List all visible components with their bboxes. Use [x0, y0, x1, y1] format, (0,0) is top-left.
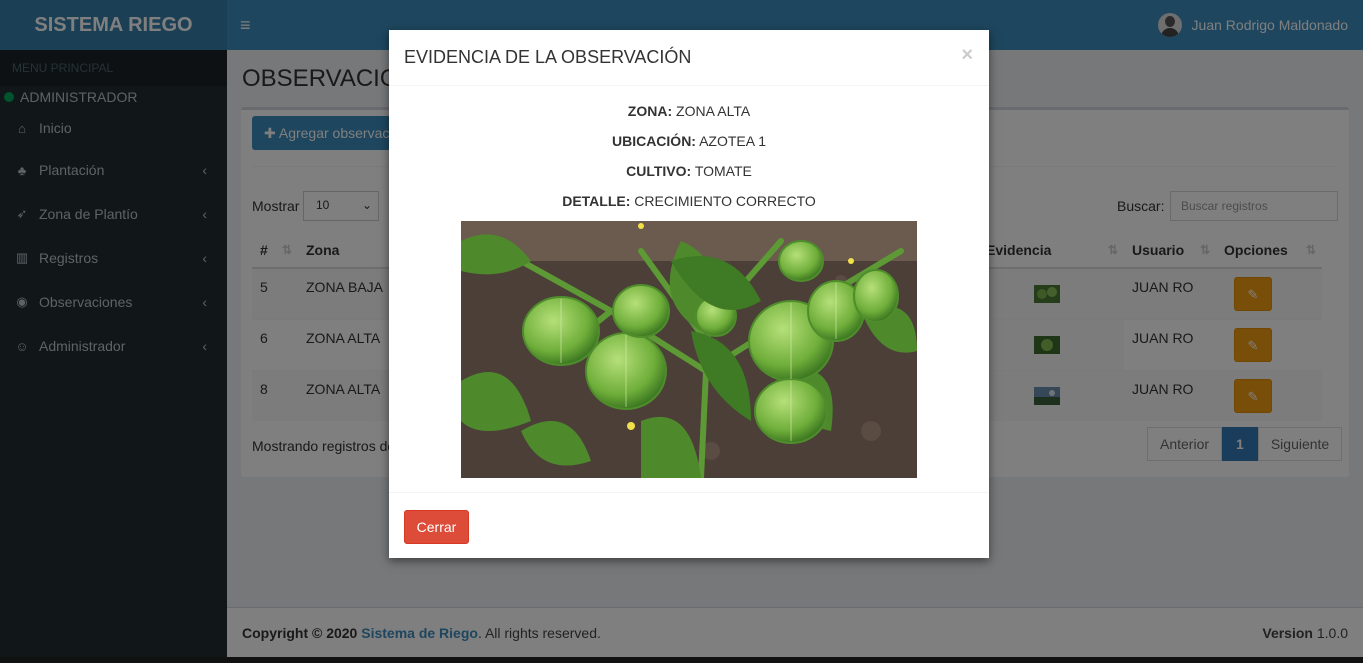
detalle-value: CRECIMIENTO CORRECTO: [634, 193, 816, 209]
close-icon[interactable]: ×: [961, 44, 973, 67]
modal-title: EVIDENCIA DE LA OBSERVACIÓN: [404, 47, 692, 67]
ubicacion-info: UBICACIÓN: AZOTEA 1: [389, 133, 989, 149]
evidence-image: [461, 221, 917, 478]
zona-label: ZONA:: [627, 103, 673, 119]
close-button[interactable]: Cerrar: [404, 510, 469, 544]
cultivo-value: TOMATE: [694, 163, 752, 179]
zona-value: ZONA ALTA: [676, 103, 751, 119]
evidence-modal: EVIDENCIA DE LA OBSERVACIÓN × ZONA: ZONA…: [389, 30, 989, 558]
modal-body: ZONA: ZONA ALTA UBICACIÓN: AZOTEA 1 CULT…: [389, 86, 989, 492]
cultivo-info: CULTIVO: TOMATE: [389, 163, 989, 179]
modal-header: EVIDENCIA DE LA OBSERVACIÓN ×: [389, 30, 989, 86]
modal-footer: Cerrar: [389, 492, 989, 558]
ubicacion-value: AZOTEA 1: [699, 133, 767, 149]
detalle-info: DETALLE: CRECIMIENTO CORRECTO: [389, 193, 989, 209]
zona-info: ZONA: ZONA ALTA: [389, 103, 989, 119]
cultivo-label: CULTIVO:: [626, 163, 692, 179]
detalle-label: DETALLE:: [562, 193, 631, 209]
ubicacion-label: UBICACIÓN:: [611, 133, 696, 149]
